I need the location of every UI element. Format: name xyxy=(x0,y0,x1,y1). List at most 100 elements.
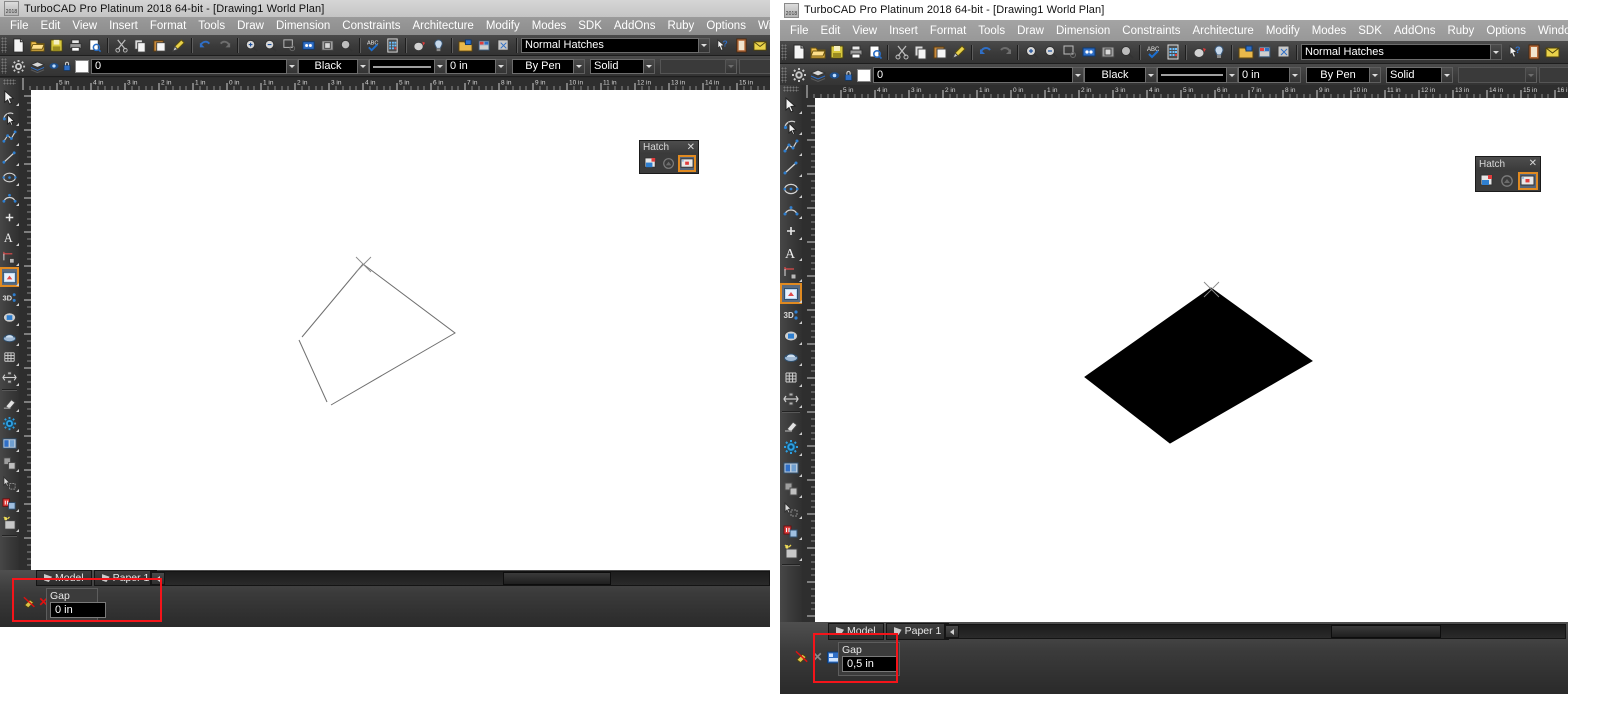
circle-icon[interactable] xyxy=(0,167,19,187)
hatch-pattern-icon[interactable] xyxy=(1499,173,1517,189)
text-icon[interactable]: A xyxy=(0,227,19,247)
menu-format[interactable]: Format xyxy=(924,23,972,39)
menu-modes[interactable]: Modes xyxy=(526,18,573,34)
hatch-fill-icon[interactable] xyxy=(1479,173,1497,189)
hatch-palette-titlebar[interactable]: Hatch ✕ xyxy=(640,141,698,154)
hatch-style-combo[interactable]: Normal Hatches xyxy=(521,37,699,53)
viewport-icon[interactable] xyxy=(780,457,802,478)
cut-scissors-icon[interactable] xyxy=(112,37,131,54)
toolbar-grip[interactable] xyxy=(1,37,7,53)
brush-color-dropdown-arrow[interactable] xyxy=(1370,67,1381,83)
menu-constraints[interactable]: Constraints xyxy=(336,18,406,34)
zoom-in-icon[interactable] xyxy=(242,37,261,54)
address-book-icon[interactable] xyxy=(1524,44,1543,61)
zoom-window-icon[interactable] xyxy=(280,37,299,54)
line-style-combo[interactable] xyxy=(1157,67,1227,83)
render-scene-icon[interactable] xyxy=(780,541,802,562)
open-library-icon[interactable] xyxy=(456,37,475,54)
line-icon[interactable] xyxy=(0,147,19,167)
zoom-out-icon[interactable] xyxy=(261,37,280,54)
menu-window[interactable]: Window xyxy=(1532,23,1568,39)
menu-constraints[interactable]: Constraints xyxy=(1116,23,1186,39)
close-icon[interactable]: ✕ xyxy=(1529,159,1537,169)
select-arrow-icon[interactable] xyxy=(0,87,19,107)
menu-ruby[interactable]: Ruby xyxy=(1441,23,1480,39)
horizontal-scrollbar-right[interactable] xyxy=(944,624,1566,639)
animation-icon[interactable] xyxy=(780,520,802,541)
circle-ic on[interactable] xyxy=(780,178,802,199)
select-region-icon[interactable] xyxy=(780,499,802,520)
hatch-palette-right[interactable]: Hatch ✕ xyxy=(1475,156,1541,192)
extra-combo-1-dropdown-arrow[interactable] xyxy=(726,58,737,74)
render-icon[interactable] xyxy=(1190,44,1209,61)
menu-view[interactable]: View xyxy=(846,23,883,39)
mesh-icon[interactable] xyxy=(780,367,802,388)
menu-modify[interactable]: Modify xyxy=(480,18,526,34)
layer-lock-icon[interactable] xyxy=(60,58,73,75)
close-icon[interactable]: ✕ xyxy=(687,142,695,153)
layer-dropdown-arrow[interactable] xyxy=(287,58,298,74)
layer-visible-icon[interactable] xyxy=(47,58,60,75)
brush-color-combo[interactable]: By Pen xyxy=(512,58,574,74)
menu-addons[interactable]: AddOns xyxy=(1388,23,1442,39)
settings-gear-icon[interactable] xyxy=(780,436,802,457)
3d-object-icon[interactable]: 3D xyxy=(0,287,19,307)
3d-primitive-icon[interactable] xyxy=(780,325,802,346)
undo-icon[interactable] xyxy=(196,37,215,54)
paste-icon[interactable] xyxy=(930,44,949,61)
layer-dropdown-arrow[interactable] xyxy=(1073,67,1084,83)
zoom-page-icon[interactable] xyxy=(318,37,337,54)
text-icon[interactable]: A xyxy=(780,241,802,262)
menu-tools[interactable]: Tools xyxy=(192,18,231,34)
brush-style-combo[interactable]: Solid xyxy=(590,58,644,74)
arc-icon[interactable] xyxy=(0,187,19,207)
hatch-style-combo[interactable]: Normal Hatches xyxy=(1301,44,1491,60)
save-disk-icon[interactable] xyxy=(827,44,846,61)
menu-file[interactable]: File xyxy=(784,23,815,39)
line-icon[interactable] xyxy=(780,157,802,178)
palette-icon[interactable] xyxy=(475,37,494,54)
menu-addons[interactable]: AddOns xyxy=(608,18,662,34)
line-width-dropdown-arrow[interactable] xyxy=(496,58,507,74)
extra-combo-2[interactable] xyxy=(1539,67,1568,83)
pen-color-dropdown-arrow[interactable] xyxy=(358,58,369,74)
redo-icon[interactable] xyxy=(215,37,234,54)
redo-icon[interactable] xyxy=(995,44,1014,61)
mail-icon[interactable] xyxy=(751,37,770,54)
palette-icon[interactable] xyxy=(1255,44,1274,61)
select-node-icon[interactable] xyxy=(780,115,802,136)
brush-color-dropdown-arrow[interactable] xyxy=(574,58,585,74)
modify-icon[interactable] xyxy=(780,388,802,409)
light-icon[interactable] xyxy=(429,37,448,54)
pen-color-combo[interactable]: Black xyxy=(1084,67,1146,83)
pen-color-dropdown-arrow[interactable] xyxy=(1146,67,1157,83)
line-width-combo[interactable]: 0 in xyxy=(1238,67,1290,83)
address-book-icon[interactable] xyxy=(732,37,751,54)
layer-lock-icon[interactable] xyxy=(841,67,855,84)
hatch-palette-titlebar[interactable]: Hatch ✕ xyxy=(1476,157,1540,171)
menu-edit[interactable]: Edit xyxy=(35,18,67,34)
3d-surface-icon[interactable] xyxy=(0,327,19,347)
line-style-dropdown-arrow[interactable] xyxy=(435,58,446,74)
3d-primitive-icon[interactable] xyxy=(0,307,19,327)
calculator-icon[interactable] xyxy=(1163,44,1182,61)
render-scene-icon[interactable] xyxy=(0,513,19,533)
modify-icon[interactable] xyxy=(0,367,19,387)
hatch-properties-icon[interactable] xyxy=(1518,172,1538,190)
spell-check-icon[interactable]: ABC xyxy=(364,37,383,54)
menu-view[interactable]: View xyxy=(66,18,103,34)
hatch-palette-left[interactable]: Hatch ✕ xyxy=(639,140,699,174)
cut-scissors-icon[interactable] xyxy=(892,44,911,61)
zoom-window-icon[interactable] xyxy=(1060,44,1079,61)
horizontal-scrollbar-left[interactable] xyxy=(150,571,770,586)
mail-icon[interactable] xyxy=(1543,44,1562,61)
polyline-icon[interactable] xyxy=(780,136,802,157)
layers-icon[interactable] xyxy=(28,58,47,75)
extra-combo-1-dropdown-arrow[interactable] xyxy=(1526,67,1537,83)
open-library-icon[interactable] xyxy=(1236,44,1255,61)
line-width-dropdown-arrow[interactable] xyxy=(1290,67,1301,83)
open-folder-icon[interactable] xyxy=(28,37,47,54)
undo-icon[interactable] xyxy=(976,44,995,61)
extra-combo-2[interactable] xyxy=(739,58,770,74)
gear-icon[interactable] xyxy=(789,67,808,84)
